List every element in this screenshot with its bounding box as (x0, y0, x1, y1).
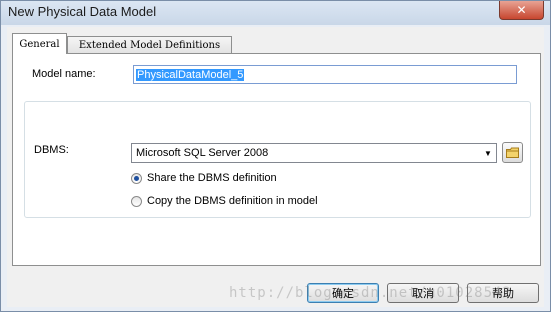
radio-unchecked-icon[interactable] (131, 195, 142, 207)
dialog-client: General Extended Model Definitions Model… (7, 27, 544, 307)
share-dbms-radio[interactable]: Share the DBMS definition (131, 172, 277, 184)
close-icon: ✕ (516, 3, 527, 17)
model-name-input[interactable]: PhysicalDataModel_5 (133, 65, 517, 84)
dbms-label: DBMS: (34, 144, 69, 156)
model-name-value: PhysicalDataModel_5 (136, 68, 245, 81)
copy-dbms-label: Copy the DBMS definition in model (147, 195, 318, 207)
share-dbms-label: Share the DBMS definition (147, 172, 277, 184)
radio-checked-icon[interactable] (131, 172, 142, 184)
tab-extended-label: Extended Model Definitions (78, 39, 221, 51)
copy-dbms-radio[interactable]: Copy the DBMS definition in model (131, 195, 318, 207)
window-title: New Physical Data Model (8, 4, 157, 19)
general-tab-panel: Model name: PhysicalDataModel_5 DBMS: Mi… (12, 53, 541, 266)
browse-dbms-button[interactable] (502, 142, 523, 163)
tab-general-label: General (19, 38, 60, 50)
tab-extended-model-definitions[interactable]: Extended Model Definitions (67, 36, 232, 53)
dbms-selected-value: Microsoft SQL Server 2008 (136, 147, 269, 159)
chevron-down-icon[interactable]: ▼ (481, 145, 495, 161)
watermark-text: http://blog.csdn.net/u01028542 (229, 285, 512, 301)
dialog-window: New Physical Data Model ✕ General Extend… (0, 0, 551, 312)
title-bar[interactable]: New Physical Data Model ✕ (1, 1, 550, 25)
close-button[interactable]: ✕ (499, 1, 544, 20)
tab-general[interactable]: General (12, 33, 67, 54)
model-name-label: Model name: (32, 68, 96, 80)
folder-icon (506, 147, 519, 158)
dbms-select[interactable]: Microsoft SQL Server 2008 ▼ (131, 143, 497, 163)
